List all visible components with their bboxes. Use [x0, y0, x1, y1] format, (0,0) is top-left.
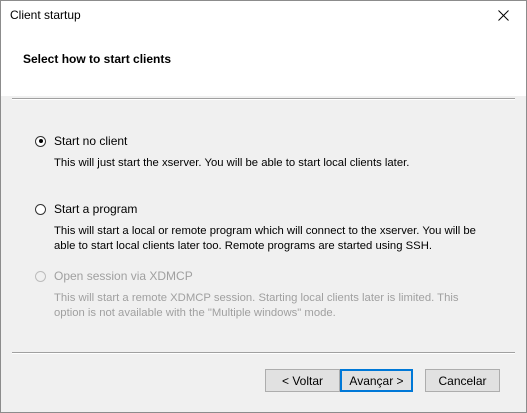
footer-divider — [12, 352, 515, 354]
option-open-session-xdmcp: Open session via XDMCP This will start a… — [35, 269, 495, 321]
option-label[interactable]: Start no client — [54, 134, 127, 148]
option-start-no-client: Start no client This will just start the… — [35, 134, 495, 171]
header-divider — [12, 98, 515, 100]
option-description: This will start a remote XDMCP session. … — [54, 292, 459, 319]
radio-open-session-xdmcp: Open session via XDMCP — [35, 269, 495, 283]
radio-start-no-client[interactable]: Start no client — [35, 134, 495, 148]
window-title: Client startup — [10, 8, 81, 22]
back-button[interactable]: < Voltar — [265, 369, 340, 392]
close-icon — [497, 9, 509, 21]
radio-start-a-program[interactable]: Start a program — [35, 202, 495, 216]
wizard-header: Select how to start clients — [1, 29, 526, 96]
client-startup-dialog: Client startup Select how to start clien… — [0, 0, 527, 413]
title-bar: Client startup — [1, 1, 526, 29]
option-start-a-program: Start a program This will start a local … — [35, 202, 495, 254]
option-description: This will start a local or remote progra… — [54, 225, 476, 252]
option-description: This will just start the xserver. You wi… — [54, 157, 410, 169]
next-button[interactable]: Avançar > — [340, 369, 413, 392]
radio-button[interactable] — [35, 203, 46, 215]
close-button[interactable] — [480, 1, 526, 29]
radio-button-checked[interactable] — [35, 135, 46, 147]
radio-button-disabled — [35, 270, 46, 282]
option-label[interactable]: Start a program — [54, 202, 137, 216]
option-label: Open session via XDMCP — [54, 269, 193, 283]
page-title: Select how to start clients — [23, 52, 172, 66]
cancel-button[interactable]: Cancelar — [425, 369, 500, 392]
